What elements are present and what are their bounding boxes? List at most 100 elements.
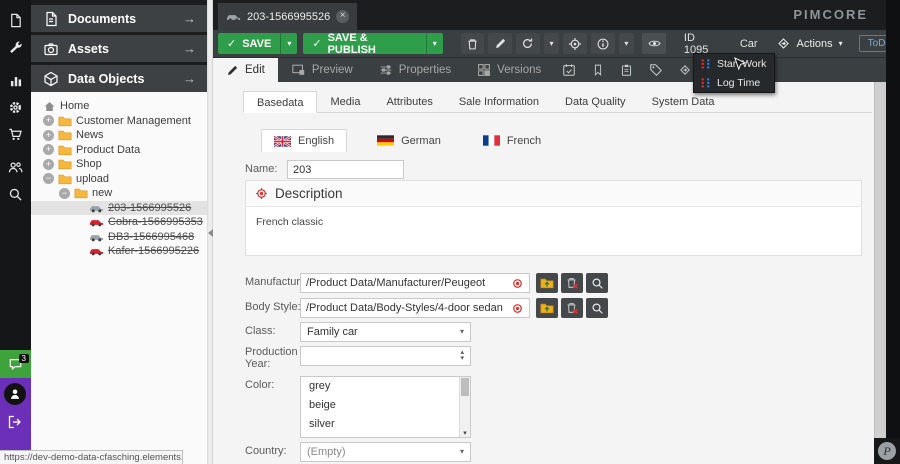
- tree-item-news[interactable]: + News: [31, 128, 207, 143]
- manufacturer-field[interactable]: /Product Data/Manufacturer/Peugeot: [300, 273, 530, 293]
- collapse-icon[interactable]: −: [43, 173, 54, 184]
- schedule-button[interactable]: [554, 58, 583, 82]
- reports-icon[interactable]: [0, 67, 31, 94]
- tree-item-object-203[interactable]: 203-1566995526: [31, 201, 207, 216]
- save-publish-dropdown[interactable]: ▾: [426, 33, 443, 54]
- expand-icon[interactable]: +: [43, 130, 54, 141]
- tree-item-home[interactable]: Home: [31, 99, 207, 114]
- ecommerce-icon[interactable]: [0, 121, 31, 148]
- info-button[interactable]: [591, 33, 615, 54]
- body-style-clear-button[interactable]: [561, 298, 583, 318]
- color-option-beige[interactable]: beige: [301, 396, 470, 415]
- accordion-documents[interactable]: Documents →: [31, 5, 207, 32]
- collapse-arrow-icon[interactable]: [208, 229, 213, 237]
- body-style-open-button[interactable]: [536, 298, 558, 318]
- scrollbar-thumb[interactable]: [461, 378, 469, 396]
- tab-basedata[interactable]: Basedata: [243, 91, 317, 113]
- panel-splitter[interactable]: [207, 0, 213, 464]
- listbox-scrollbar[interactable]: ▾: [459, 377, 470, 437]
- color-label: Color:: [245, 379, 274, 391]
- application-log-button[interactable]: [612, 58, 641, 82]
- close-icon[interactable]: ×: [336, 10, 349, 23]
- tab-versions[interactable]: Versions: [464, 58, 554, 82]
- tab-data-quality[interactable]: Data Quality: [552, 91, 639, 113]
- arrow-right-icon[interactable]: →: [183, 71, 196, 86]
- rename-button[interactable]: [488, 33, 512, 54]
- preview-eye-button[interactable]: [642, 33, 666, 54]
- tab-sale-information[interactable]: Sale Information: [446, 91, 552, 113]
- tree-item-new[interactable]: − new: [31, 186, 207, 201]
- body-style-field[interactable]: /Product Data/Body-Styles/4-door sedan: [300, 298, 530, 318]
- save-publish-button[interactable]: ✓SAVE & PUBLISH ▾: [303, 33, 442, 54]
- tags-button[interactable]: [641, 58, 670, 82]
- car-icon: [89, 217, 104, 227]
- file-icon[interactable]: [0, 7, 31, 34]
- avatar[interactable]: [4, 383, 26, 405]
- save-dropdown[interactable]: ▾: [280, 33, 297, 54]
- tree-item-object-db3[interactable]: DB3-1566995468: [31, 230, 207, 245]
- expand-icon[interactable]: +: [43, 144, 54, 155]
- content-scrollbar[interactable]: [874, 82, 886, 464]
- manufacturer-clear-button[interactable]: [561, 273, 583, 293]
- folder-icon: [58, 158, 72, 170]
- tab-attributes[interactable]: Attributes: [373, 91, 445, 113]
- body-style-search-button[interactable]: [586, 298, 608, 318]
- country-select[interactable]: (Empty) ▾: [300, 442, 471, 462]
- scroll-down-icon[interactable]: ▾: [460, 429, 470, 437]
- delete-button[interactable]: [461, 33, 485, 54]
- chat-button[interactable]: 3: [0, 350, 31, 378]
- description-editor[interactable]: French classic: [246, 207, 861, 237]
- tab-label: Properties: [399, 64, 451, 76]
- save-button[interactable]: ✓SAVE ▾: [218, 33, 297, 54]
- name-input[interactable]: [287, 160, 404, 179]
- tab-system-data[interactable]: System Data: [639, 91, 728, 113]
- class-select[interactable]: Family car ▾: [300, 322, 471, 342]
- settings-icon[interactable]: [0, 94, 31, 121]
- lang-tab-french[interactable]: French: [471, 129, 553, 152]
- object-tab[interactable]: 203-1566995526 ×: [218, 3, 357, 30]
- expand-icon[interactable]: +: [43, 159, 54, 170]
- tree-item-upload[interactable]: − upload: [31, 172, 207, 187]
- tab-preview[interactable]: Preview: [278, 58, 366, 82]
- object-id-label: ID 1095: [684, 32, 722, 56]
- production-year-spinner[interactable]: ▴▾: [300, 346, 471, 366]
- users-icon[interactable]: [0, 154, 31, 181]
- tree-item-object-cobra[interactable]: Cobra-1566995353: [31, 215, 207, 230]
- accordion-data-objects[interactable]: Data Objects →: [31, 65, 207, 92]
- search-icon[interactable]: [0, 181, 31, 208]
- arrow-right-icon[interactable]: →: [183, 41, 196, 56]
- actions-button[interactable]: Actions ▾: [776, 36, 843, 51]
- reload-dropdown[interactable]: ▾: [544, 33, 560, 54]
- manufacturer-open-button[interactable]: [536, 273, 558, 293]
- profiler-badge[interactable]: P: [874, 438, 900, 464]
- tree-item-product-data[interactable]: + Product Data: [31, 143, 207, 158]
- spinner-down-icon[interactable]: ▾: [460, 356, 464, 362]
- info-dropdown[interactable]: ▾: [619, 33, 635, 54]
- notes-button[interactable]: [583, 58, 612, 82]
- tools-icon[interactable]: [0, 34, 31, 61]
- locate-in-tree-button[interactable]: [563, 33, 587, 54]
- color-option-grey[interactable]: grey: [301, 377, 470, 396]
- accordion-assets[interactable]: Assets →: [31, 35, 207, 62]
- color-listbox[interactable]: grey beige silver ▾: [300, 376, 471, 438]
- tree-item-object-kafer[interactable]: Kafer-1566995226: [31, 244, 207, 259]
- expand-icon[interactable]: +: [43, 115, 54, 126]
- reload-button[interactable]: [516, 33, 540, 54]
- tree-item-label: Home: [60, 100, 89, 112]
- tab-media[interactable]: Media: [317, 91, 373, 113]
- collapse-icon[interactable]: −: [59, 188, 70, 199]
- relation-target-icon: [511, 302, 524, 315]
- logout-icon[interactable]: [7, 414, 23, 430]
- menu-item-log-time[interactable]: Log Time: [694, 73, 774, 92]
- lang-tab-german[interactable]: German: [365, 129, 453, 152]
- body-style-value: /Product Data/Body-Styles/4-door sedan: [306, 302, 511, 314]
- arrow-right-icon[interactable]: →: [183, 11, 196, 26]
- tree-item-shop[interactable]: + Shop: [31, 157, 207, 172]
- tab-properties[interactable]: Properties: [366, 58, 464, 82]
- tab-edit[interactable]: Edit: [213, 58, 278, 82]
- object-toolbar: ✓SAVE ▾ ✓SAVE & PUBLISH ▾ ▾ ▾ ID 1095 Ca…: [213, 30, 900, 57]
- lang-tab-english[interactable]: English: [261, 129, 347, 152]
- color-option-silver[interactable]: silver: [301, 415, 470, 434]
- manufacturer-search-button[interactable]: [586, 273, 608, 293]
- tree-item-customer-management[interactable]: + Customer Management: [31, 114, 207, 129]
